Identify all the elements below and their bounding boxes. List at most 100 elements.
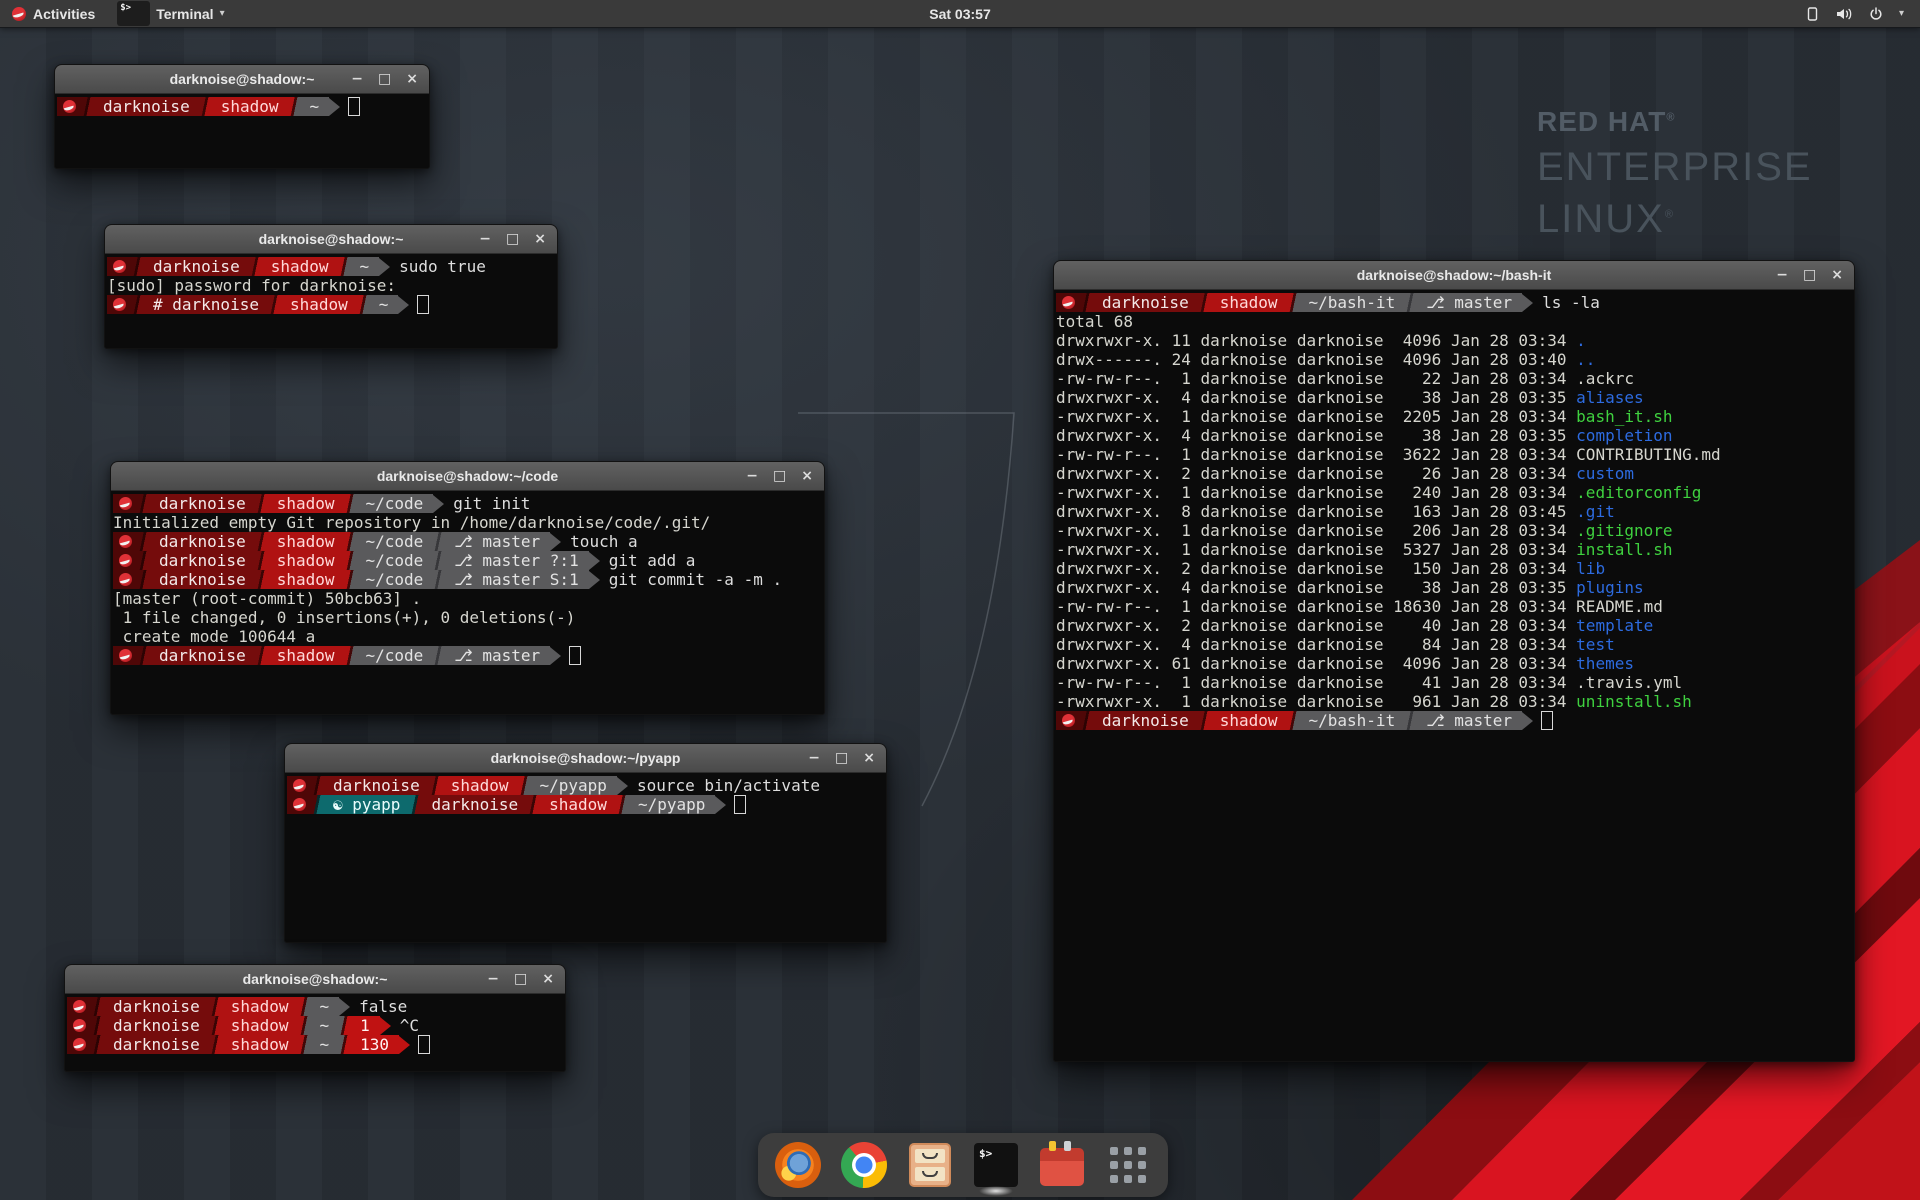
minimize-button[interactable]: − [808,751,820,765]
window-titlebar[interactable]: darknoise@shadow:~/pyapp−□× [285,744,886,773]
window-titlebar[interactable]: darknoise@shadow:~−□× [55,65,429,94]
terminal-content[interactable]: darknoiseshadow~/codegit initInitialized… [111,491,824,715]
window-titlebar[interactable]: darknoise@shadow:~ − □ × [105,225,557,254]
terminal-row: ☯ pyappdarknoiseshadow~/pyapp [287,795,886,814]
segment-separator [345,646,356,665]
prompt-segment-path: ~/code [356,551,434,570]
terminal-row: -rw-rw-r--. 1 darknoise darknoise 41 Jan… [1056,673,1854,692]
maximize-button[interactable]: □ [514,972,527,986]
clock[interactable]: Sat 03:57 [0,6,1920,22]
close-button[interactable]: × [863,751,875,765]
prompt-segment-path: ~ [300,97,330,116]
terminal-content[interactable]: darknoiseshadow~/bash-it⎇ masterls -lato… [1054,290,1854,1062]
app-grid-icon[interactable] [1105,1142,1151,1188]
minimize-button[interactable]: − [351,72,363,86]
segment-separator [200,97,211,116]
segment-separator [1081,293,1092,312]
prompt-segment-path: ~/bash-it [1299,293,1406,312]
prompt-segment-hat [107,295,132,314]
terminal-row: create mode 100644 a [113,627,824,646]
redhat-icon [113,260,126,273]
chrome-icon[interactable] [841,1142,887,1188]
prompt-segment-host: shadow [1210,711,1288,730]
segment-separator [617,795,628,814]
terminal-row: darknoiseshadow~/code⎇ master ?:1git add… [113,551,824,570]
close-button[interactable]: × [1831,268,1843,282]
output-text: [master (root-commit) 50bcb63] . [113,589,421,608]
system-status-area[interactable]: ▾ [1804,0,1920,27]
window-title: darknoise@shadow:~ [259,231,404,247]
close-button[interactable]: × [534,232,546,246]
terminal-row: -rwxrwxr-x. 1 darknoise darknoise 206 Ja… [1056,521,1854,540]
close-button[interactable]: × [801,469,813,483]
software-toolbox-icon[interactable] [1039,1142,1085,1188]
terminal-row: drwxrwxr-x. 4 darknoise darknoise 38 Jan… [1056,388,1854,407]
prompt-segment-user: darknoise [93,97,200,116]
terminal-row: -rwxrwxr-x. 1 darknoise darknoise 961 Ja… [1056,692,1854,711]
volume-icon [1835,6,1853,22]
app-menu[interactable]: $> Terminal ▾ [109,0,232,27]
prompt-segment-hat [113,646,138,665]
close-button[interactable]: × [542,972,554,986]
minimize-button[interactable]: − [479,232,491,246]
window-titlebar[interactable]: darknoise@shadow:~/code−□× [111,462,824,491]
prompt-segment-hat [1056,711,1081,730]
dock: $> [758,1133,1168,1197]
segment-separator [1405,711,1416,730]
prompt-segment-host: shadow [1210,293,1288,312]
segment-separator [430,776,441,795]
terminal-window-pyapp[interactable]: darknoise@shadow:~/pyapp−□×darknoiseshad… [284,743,887,943]
segment-separator [528,795,539,814]
prompt-segment-path: ~ [369,295,399,314]
terminal-window-code[interactable]: darknoise@shadow:~/code−□×darknoiseshado… [110,461,825,715]
segment-separator [92,1016,103,1035]
maximize-button[interactable]: □ [506,232,519,246]
activities-button[interactable]: Activities [8,0,99,27]
window-titlebar[interactable]: darknoise@shadow:~−□× [65,965,565,994]
ls-meta: drwxrwxr-x. 11 darknoise darknoise 4096 … [1056,331,1576,350]
prompt-segment-host: shadow [267,551,345,570]
ls-meta: -rwxrwxr-x. 1 darknoise darknoise 5327 J… [1056,540,1576,559]
segment-separator [1405,293,1416,312]
minimize-button[interactable]: − [1776,268,1788,282]
files-icon[interactable] [907,1142,953,1188]
maximize-button[interactable]: □ [1803,268,1816,282]
terminal-row: drwxrwxr-x. 2 darknoise darknoise 26 Jan… [1056,464,1854,483]
segment-separator [82,97,93,116]
running-indicator [979,1186,1013,1196]
terminal-window-home-b[interactable]: darknoise@shadow:~−□×darknoiseshadow~fal… [64,964,566,1072]
redhat-icon [12,7,26,21]
prompt-segment-user: darknoise [149,551,256,570]
close-button[interactable]: × [406,72,418,86]
maximize-button[interactable]: □ [378,72,391,86]
terminal-row: darknoiseshadow~/code⎇ mastertouch a [113,532,824,551]
ls-filename: lib [1576,559,1605,578]
terminal-window-sudo[interactable]: darknoise@shadow:~ − □ × darknoiseshadow~sud… [104,224,558,349]
command-text: git init [453,494,530,513]
segment-separator [256,494,267,513]
segment-separator [1199,293,1210,312]
minimize-button[interactable]: − [487,972,499,986]
ls-filename: test [1576,635,1615,654]
ls-filename: custom [1576,464,1634,483]
terminal-content[interactable]: darknoiseshadow~sudo true[sudo] password… [105,254,557,349]
terminal-icon[interactable]: $> [973,1142,1019,1188]
maximize-button[interactable]: □ [773,469,786,483]
prompt-segment-user: # darknoise [143,295,269,314]
window-titlebar[interactable]: darknoise@shadow:~/bash-it−□× [1054,261,1854,290]
redhat-icon [113,298,126,311]
terminal-content[interactable]: darknoiseshadow~/pyappsource bin/activat… [285,773,886,943]
chevron-down-icon: ▾ [220,8,225,19]
segment-separator [210,997,221,1016]
terminal-window-home-a[interactable]: darknoise@shadow:~−□×darknoiseshadow~ [54,64,430,169]
prompt-arrow [715,796,726,814]
maximize-button[interactable]: □ [835,751,848,765]
segment-separator [433,532,444,551]
terminal-content[interactable]: darknoiseshadow~falsedarknoiseshadow~1^C… [65,994,565,1072]
prompt-segment-hat [67,1035,92,1054]
minimize-button[interactable]: − [746,469,758,483]
ls-filename: .. [1576,350,1595,369]
terminal-window-bash-it[interactable]: darknoise@shadow:~/bash-it−□×darknoisesh… [1053,260,1855,1062]
firefox-icon[interactable] [775,1142,821,1188]
terminal-content[interactable]: darknoiseshadow~ [55,94,429,169]
